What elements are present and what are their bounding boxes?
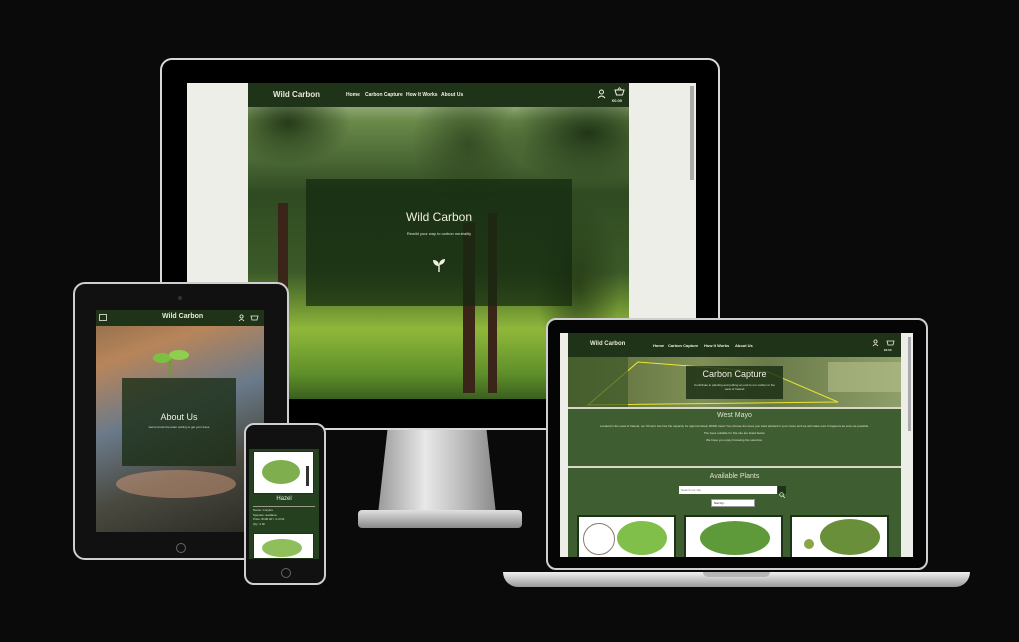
account-icon[interactable] xyxy=(238,314,245,322)
plant-card[interactable] xyxy=(684,515,783,557)
search-icon xyxy=(779,492,786,499)
nav-about-us[interactable]: About Us xyxy=(735,343,753,348)
search-input[interactable] xyxy=(679,486,777,494)
account-icon[interactable] xyxy=(872,339,879,347)
tablet-brand[interactable]: Wild Carbon xyxy=(162,313,203,320)
plant-card[interactable] xyxy=(790,515,889,557)
next-plant-image[interactable] xyxy=(253,533,314,559)
tablet-screen: Wild Carbon About Us Get to know the tea… xyxy=(96,310,264,532)
laptop-notch xyxy=(703,572,770,577)
seedling-photo xyxy=(153,350,189,376)
brand-logo[interactable]: Wild Carbon xyxy=(273,90,320,99)
nav-home[interactable]: Home xyxy=(653,343,664,348)
plants-title: Available Plants xyxy=(709,473,760,480)
monitor-stand xyxy=(378,430,496,514)
aerial-banner: Carbon Capture Contribute to planting an… xyxy=(568,357,901,407)
region-title: West Mayo xyxy=(717,412,752,419)
nav-home[interactable]: Home xyxy=(346,92,360,98)
about-text: Get to know the team setting to get your… xyxy=(148,425,210,429)
phone-screen: Hazel Name: Corylus Species: avellana Pr… xyxy=(249,449,319,559)
navbar: Wild Carbon Home Carbon Capture How It W… xyxy=(248,83,629,107)
scrollbar[interactable] xyxy=(690,86,694,180)
basket-total: €0.00 xyxy=(612,98,623,103)
hero-subtitle: Rewild your way to carbon neutrality xyxy=(406,231,472,236)
plant-name: Hazel xyxy=(276,496,292,502)
about-panel: About Us Get to know the team setting to… xyxy=(122,378,236,466)
hands-photo xyxy=(116,470,236,498)
nav-carbon-capture[interactable]: Carbon Capture xyxy=(668,343,698,348)
plant-card[interactable] xyxy=(577,515,676,557)
basket-icon[interactable] xyxy=(614,87,625,96)
basket-icon[interactable] xyxy=(886,338,895,346)
laptop-site: Wild Carbon Home Carbon Capture How It W… xyxy=(568,333,901,557)
hero-title: Wild Carbon xyxy=(405,210,473,224)
account-icon[interactable] xyxy=(597,89,606,99)
laptop-navbar: Wild Carbon Home Carbon Capture How It W… xyxy=(568,333,901,357)
hazel-image[interactable] xyxy=(253,451,314,494)
banner-panel: Carbon Capture Contribute to planting an… xyxy=(686,366,783,399)
banner-title: Carbon Capture xyxy=(702,369,767,379)
basket-total: €0.00 xyxy=(884,348,892,352)
laptop-brand[interactable]: Wild Carbon xyxy=(590,341,625,347)
about-title: About Us xyxy=(160,412,198,422)
search-button[interactable] xyxy=(778,486,786,499)
region-text: Located in the west of Ireland, our 30 a… xyxy=(600,424,869,442)
basket-icon[interactable] xyxy=(250,313,259,321)
divider xyxy=(253,506,315,507)
tablet-camera xyxy=(178,296,182,300)
banner-subtitle: Contribute to planting and putting an en… xyxy=(694,383,775,391)
hero-panel: Wild Carbon Rewild your way to carbon ne… xyxy=(306,179,572,306)
tablet-home-button[interactable] xyxy=(176,543,186,553)
sort-select[interactable]: Sort by... xyxy=(711,499,755,507)
seedling-icon[interactable] xyxy=(431,257,447,273)
laptop-screen: Wild Carbon Home Carbon Capture How It W… xyxy=(560,333,913,557)
nav-how-it-works[interactable]: How It Works xyxy=(406,92,438,98)
phone-home-button[interactable] xyxy=(281,568,291,578)
monitor-base xyxy=(358,510,522,528)
plant-details: Name: Corylus Species: avellana Price: €… xyxy=(253,508,285,526)
nav-how-it-works[interactable]: How It Works xyxy=(704,343,729,348)
scrollbar[interactable] xyxy=(908,337,911,431)
tablet-navbar: Wild Carbon xyxy=(96,310,264,326)
menu-icon[interactable] xyxy=(99,314,107,321)
nav-about-us[interactable]: About Us xyxy=(441,92,463,98)
nav-carbon-capture[interactable]: Carbon Capture xyxy=(365,92,403,98)
